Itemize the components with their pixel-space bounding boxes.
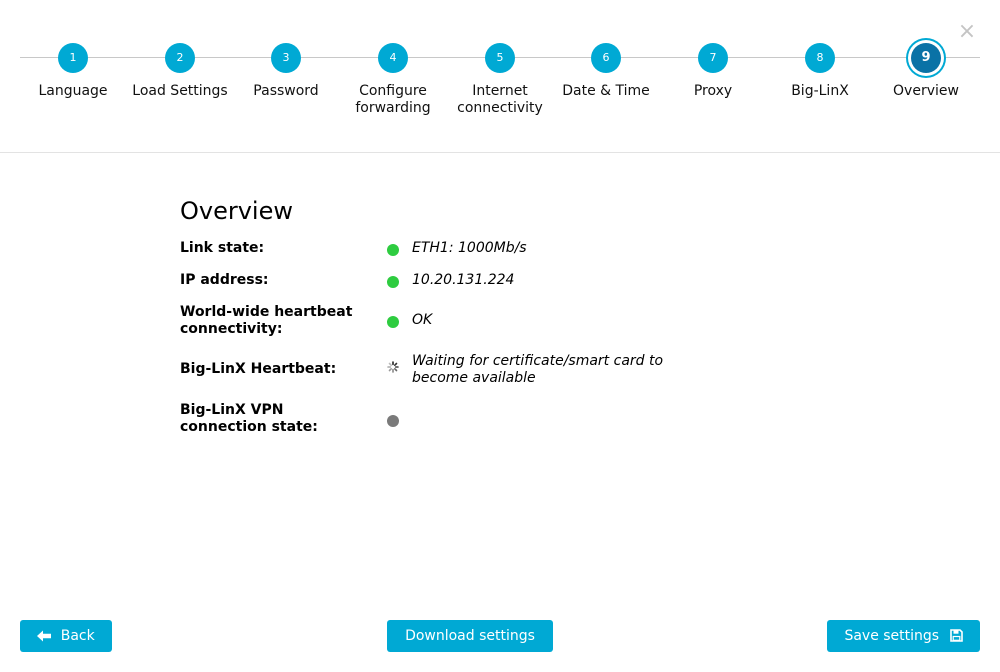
download-settings-button[interactable]: Download settings — [387, 620, 553, 652]
step-load-settings[interactable]: 2 Load Settings — [120, 43, 240, 100]
status-ok-icon — [387, 244, 399, 256]
download-settings-label: Download settings — [405, 628, 535, 644]
step-number: 7 — [698, 43, 728, 73]
link-state-value: ETH1: 1000Mb/s — [412, 240, 527, 256]
step-password[interactable]: 3 Password — [226, 43, 346, 100]
step-date-time[interactable]: 6 Date & Time — [546, 43, 666, 100]
step-big-linx[interactable]: 8 Big-LinX — [760, 43, 880, 100]
step-proxy[interactable]: 7 Proxy — [653, 43, 773, 100]
status-unknown-icon — [387, 415, 399, 427]
big-linx-heartbeat-value: Waiting for certificate/smart card to be… — [412, 353, 664, 386]
arrow-left-icon — [37, 628, 55, 644]
close-icon[interactable]: × — [957, 20, 977, 44]
wizard-stepper: × 1 Language 2 Load Settings 3 Password … — [0, 0, 1000, 153]
step-overview[interactable]: 9 Overview — [866, 43, 986, 100]
big-linx-heartbeat-label: Big-LinX Heartbeat: — [180, 361, 337, 377]
ip-address-value: 10.20.131.224 — [412, 272, 515, 288]
spinner-icon — [387, 358, 399, 373]
heartbeat-connectivity-label: World-wide heartbeat connectivity: — [180, 304, 353, 337]
step-number: 8 — [805, 43, 835, 73]
step-label: Internet connectivity — [457, 83, 543, 116]
link-state-label: Link state: — [180, 240, 265, 256]
step-label: Date & Time — [562, 83, 650, 99]
vpn-connection-state-label: Big-LinX VPN connection state: — [180, 402, 318, 435]
ip-address-label: IP address: — [180, 272, 269, 288]
heartbeat-connectivity-value: OK — [412, 312, 433, 328]
step-number: 6 — [591, 43, 621, 73]
step-number: 4 — [378, 43, 408, 73]
step-label: Language — [38, 83, 108, 99]
status-ok-icon — [387, 276, 399, 288]
page-title: Overview — [180, 197, 293, 225]
step-number: 1 — [58, 43, 88, 73]
step-label: Overview — [893, 83, 959, 99]
status-ok-icon — [387, 316, 399, 328]
save-settings-button[interactable]: Save settings — [827, 620, 980, 652]
floppy-disk-icon — [949, 628, 963, 644]
step-number: 2 — [165, 43, 195, 73]
step-configure-forwarding[interactable]: 4 Configure forwarding — [333, 43, 453, 117]
step-internet-connectivity[interactable]: 5 Internet connectivity — [440, 43, 560, 117]
step-label: Proxy — [693, 83, 733, 99]
step-label: Password — [253, 83, 319, 99]
back-button[interactable]: Back — [20, 620, 112, 652]
step-number: 3 — [271, 43, 301, 73]
step-language[interactable]: 1 Language — [13, 43, 133, 100]
step-number: 9 — [911, 43, 941, 73]
setup-wizard: × 1 Language 2 Load Settings 3 Password … — [0, 0, 1000, 672]
step-label: Configure forwarding — [355, 83, 431, 116]
step-number: 5 — [485, 43, 515, 73]
step-label: Load Settings — [132, 83, 228, 99]
save-settings-label: Save settings — [844, 628, 940, 644]
step-label: Big-LinX — [791, 83, 849, 99]
back-button-label: Back — [60, 628, 95, 644]
